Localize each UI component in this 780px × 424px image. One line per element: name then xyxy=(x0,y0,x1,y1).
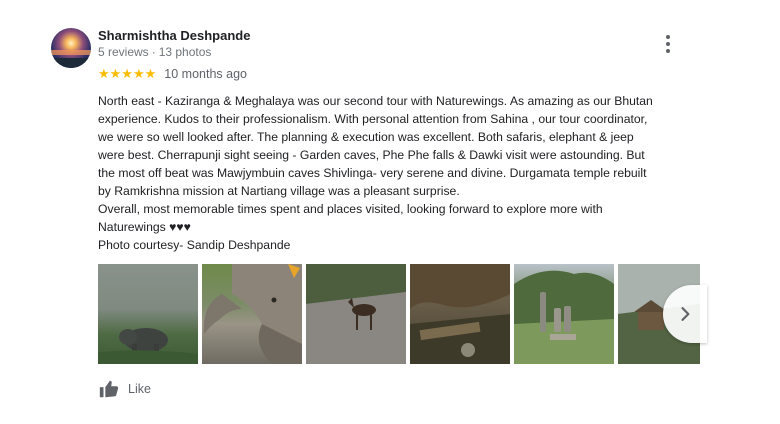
thumb-up-icon xyxy=(99,380,119,398)
review-line: Photo courtesy- Sandip Deshpande xyxy=(98,238,291,252)
review-line: Naturewings ♥♥♥ xyxy=(98,220,191,234)
like-label: Like xyxy=(128,382,151,396)
review-photo-rhino[interactable] xyxy=(98,264,198,364)
review-photo-monoliths[interactable] xyxy=(514,264,614,364)
cave-image xyxy=(410,264,510,364)
monoliths-image xyxy=(514,270,614,364)
review-date: 10 months ago xyxy=(164,67,247,81)
deer-image xyxy=(306,264,406,364)
reviewer-meta: 5 reviews · 13 photos xyxy=(98,45,211,59)
more-options-button[interactable] xyxy=(656,32,680,56)
like-button[interactable]: Like xyxy=(98,378,151,400)
reviewer-name[interactable]: Sharmishtha Deshpande xyxy=(98,28,250,43)
review-line: experience. Kudos to their professionali… xyxy=(98,112,648,126)
review-line: we were so well looked after. The planni… xyxy=(98,130,634,144)
review-photo-cave[interactable] xyxy=(410,264,510,364)
reviewer-avatar[interactable] xyxy=(51,28,91,68)
avatar-ground xyxy=(51,57,91,68)
review-photo-deer[interactable] xyxy=(306,264,406,364)
more-vert-icon xyxy=(666,35,670,39)
chevron-right-icon xyxy=(681,307,690,321)
star-rating: ★★★★★ 10 months ago xyxy=(98,66,247,82)
avatar-sunset-band xyxy=(51,50,91,56)
more-vert-icon-dot xyxy=(666,42,670,46)
rhino-image xyxy=(98,328,198,364)
rating-stars: ★★★★★ xyxy=(98,66,157,82)
more-vert-icon-dot xyxy=(666,49,670,53)
review-line: Overall, most memorable times spent and … xyxy=(98,202,603,216)
review-line: North east - Kaziranga & Meghalaya was o… xyxy=(98,94,653,108)
reviewer-review-count: 5 reviews xyxy=(98,45,149,59)
review-line: were best. Cherrapunji sight seeing - Ga… xyxy=(98,148,645,162)
review-text: North east - Kaziranga & Meghalaya was o… xyxy=(98,92,698,254)
reviewer-photo-count: 13 photos xyxy=(158,45,212,59)
review-line: the most off beat was Mawjymbuin caves S… xyxy=(98,166,647,180)
meta-separator: · xyxy=(151,45,156,59)
review-photo-elephant[interactable] xyxy=(202,264,302,364)
review-line: by Ramkrishna mission at Nartiang villag… xyxy=(98,184,460,198)
elephant-image xyxy=(203,264,302,364)
